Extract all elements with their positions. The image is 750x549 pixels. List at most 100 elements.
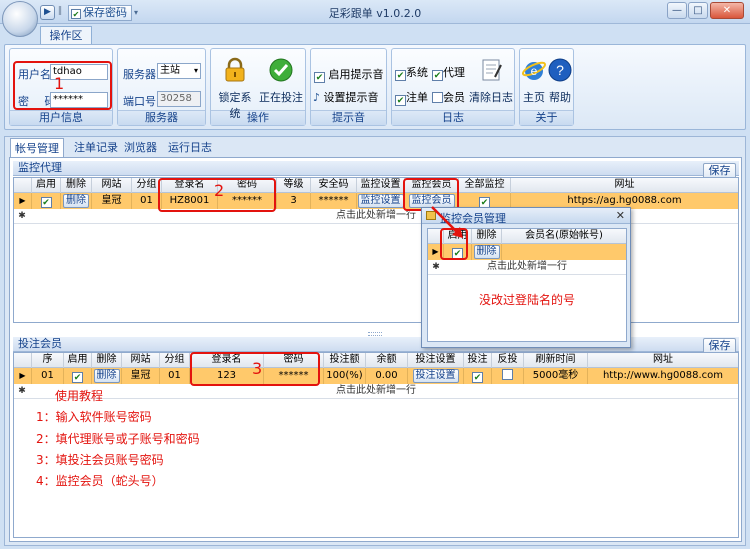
group-label-server: 服务器: [118, 110, 205, 125]
delete-button[interactable]: 删除: [63, 194, 89, 208]
tab-browser[interactable]: 浏览器: [120, 138, 161, 157]
port-label: 端口号: [123, 95, 156, 108]
enable-sound-label: 启用提示音: [328, 68, 384, 81]
port-input[interactable]: 30258: [157, 91, 201, 107]
app-logo-icon: [2, 1, 38, 37]
monitor-settings-button[interactable]: 监控设置: [357, 194, 404, 208]
maximize-button[interactable]: □: [688, 2, 708, 19]
music-note-icon: ♪: [313, 91, 321, 104]
checkbox-icon[interactable]: ✔: [395, 95, 406, 106]
log-member-checkbox[interactable]: 会员: [432, 89, 465, 105]
server-select-value: 主站: [160, 65, 180, 76]
svg-text:?: ?: [556, 62, 564, 78]
col-header: 删除: [92, 353, 122, 368]
reverse-bet-cell[interactable]: [492, 368, 524, 384]
agent-panel-title: 监控代理: [13, 161, 739, 176]
col-header: 安全码: [311, 178, 357, 193]
ie-icon: e: [521, 61, 547, 80]
url-cell[interactable]: http://www.hg0088.com: [588, 368, 738, 384]
balance-cell[interactable]: 0.00: [366, 368, 408, 384]
log-bet-checkbox[interactable]: ✔ 注单: [395, 89, 428, 106]
group-cell[interactable]: 01: [160, 368, 190, 384]
level-cell[interactable]: 3: [277, 193, 311, 209]
server-select[interactable]: 主站 ▾: [157, 63, 201, 79]
splitter-handle[interactable]: [368, 332, 382, 336]
new-row-icon: ✱: [18, 386, 26, 396]
col-header: 会员名(原始帐号): [525, 230, 603, 241]
enable-cell[interactable]: ✔: [32, 193, 61, 209]
checkbox-icon[interactable]: ✔: [472, 372, 483, 383]
bet-new-row[interactable]: ✱ 点击此处新增一行: [14, 384, 738, 399]
delete-cell: 删除: [61, 193, 92, 209]
clear-log-label: 清除日志: [469, 91, 513, 104]
enable-sound-checkbox[interactable]: ✔ 启用提示音: [314, 66, 384, 83]
log-member-label: 会员: [443, 91, 465, 104]
tab-log[interactable]: 运行日志: [164, 138, 216, 157]
checkbox-icon[interactable]: ✔: [40, 197, 52, 208]
agent-grid-header: 启用 删除 网站 分组 登录名 密码 等级 安全码 监控设置 监控会员 全部监控…: [14, 178, 738, 193]
password-input[interactable]: ******: [50, 92, 108, 108]
dialog-close-button[interactable]: ✕: [616, 209, 625, 222]
instruction-step: 3：填投注会员账号密码: [36, 453, 164, 467]
instruction-step: 2：填代理账号或子账号和密码: [36, 432, 200, 446]
log-agent-label: 代理: [443, 66, 465, 79]
site-cell[interactable]: 皇冠: [92, 193, 132, 209]
dialog-new-row[interactable]: ✱ 点击此处新增一行: [428, 260, 626, 275]
bet-settings-button[interactable]: 投注设置: [412, 369, 459, 383]
checkbox-icon[interactable]: [432, 92, 443, 103]
group-sound: 提示音: [310, 48, 387, 126]
new-row-icon: ✱: [432, 262, 440, 272]
enable-cell[interactable]: ✔: [64, 368, 92, 384]
checkbox-icon[interactable]: ✔: [395, 70, 406, 81]
member-name-cell[interactable]: [502, 244, 626, 260]
refresh-time-cell[interactable]: 5000毫秒: [524, 368, 588, 384]
marker-1: 1: [54, 74, 65, 93]
checkbox-icon[interactable]: ✔: [432, 70, 443, 81]
svg-text:e: e: [531, 64, 538, 78]
marker-3: 3: [252, 359, 263, 378]
bet-amount-cell[interactable]: 100(%): [324, 368, 366, 384]
betting-button[interactable]: 正在投注: [259, 57, 303, 105]
home-button[interactable]: e 主页: [521, 57, 547, 105]
bet-grid-header: 序 启用 删除 网站 分组 登录名 密码 投注额 余额 投注设置 投注 反投 刷…: [14, 353, 738, 368]
clear-log-button[interactable]: 清除日志: [469, 57, 513, 105]
help-icon: ?: [548, 58, 572, 82]
bet-settings-cell: 投注设置: [408, 368, 464, 384]
log-bet-label: 注单: [406, 91, 428, 104]
log-agent-checkbox[interactable]: ✔ 代理: [432, 64, 465, 81]
instructions-title: 使用教程: [55, 389, 104, 403]
close-button[interactable]: ✕: [710, 2, 744, 19]
username-label: 用户名: [18, 68, 51, 81]
tab-bets[interactable]: 注单记录: [70, 138, 122, 157]
tab-operations[interactable]: 操作区: [40, 26, 92, 44]
checkbox-icon[interactable]: ✔: [72, 372, 83, 383]
col-header: 余额: [366, 353, 408, 368]
col-header: 网址: [614, 179, 635, 190]
lock-system-button[interactable]: 锁定系统: [214, 57, 256, 121]
seq-cell[interactable]: 01: [32, 368, 64, 384]
window-title: 足彩跟单 v1.0.2.0: [328, 7, 422, 20]
minimize-button[interactable]: —: [667, 2, 687, 19]
delete-cell: 删除: [92, 368, 122, 384]
security-code-cell[interactable]: ******: [311, 193, 357, 209]
site-cell[interactable]: 皇冠: [122, 368, 160, 384]
checkbox-icon[interactable]: [502, 369, 513, 380]
table-row[interactable]: ▶ 01 ✔ 删除 皇冠 01 123 ****** 100(%) 0.00 投…: [14, 368, 738, 384]
col-header: 全部监控: [459, 178, 511, 193]
group-label-about: 关于: [520, 110, 573, 125]
help-button[interactable]: ? 帮助: [547, 57, 573, 105]
notepad-icon: [482, 59, 502, 81]
bet-cell[interactable]: ✔: [464, 368, 492, 384]
help-label: 帮助: [549, 91, 571, 104]
check-icon: [269, 58, 293, 82]
col-header: 监控设置: [357, 178, 405, 193]
marker-2: 2: [214, 181, 225, 200]
checkbox-icon[interactable]: ✔: [314, 72, 325, 83]
tab-account[interactable]: 帐号管理: [10, 138, 64, 157]
row-header-cell: [14, 178, 32, 193]
delete-button[interactable]: 删除: [93, 369, 120, 383]
delete-button[interactable]: 删除: [473, 245, 500, 259]
group-label-sound: 提示音: [311, 110, 386, 125]
set-sound-button[interactable]: ♪ 设置提示音: [313, 89, 379, 105]
log-system-checkbox[interactable]: ✔ 系统: [395, 64, 428, 81]
